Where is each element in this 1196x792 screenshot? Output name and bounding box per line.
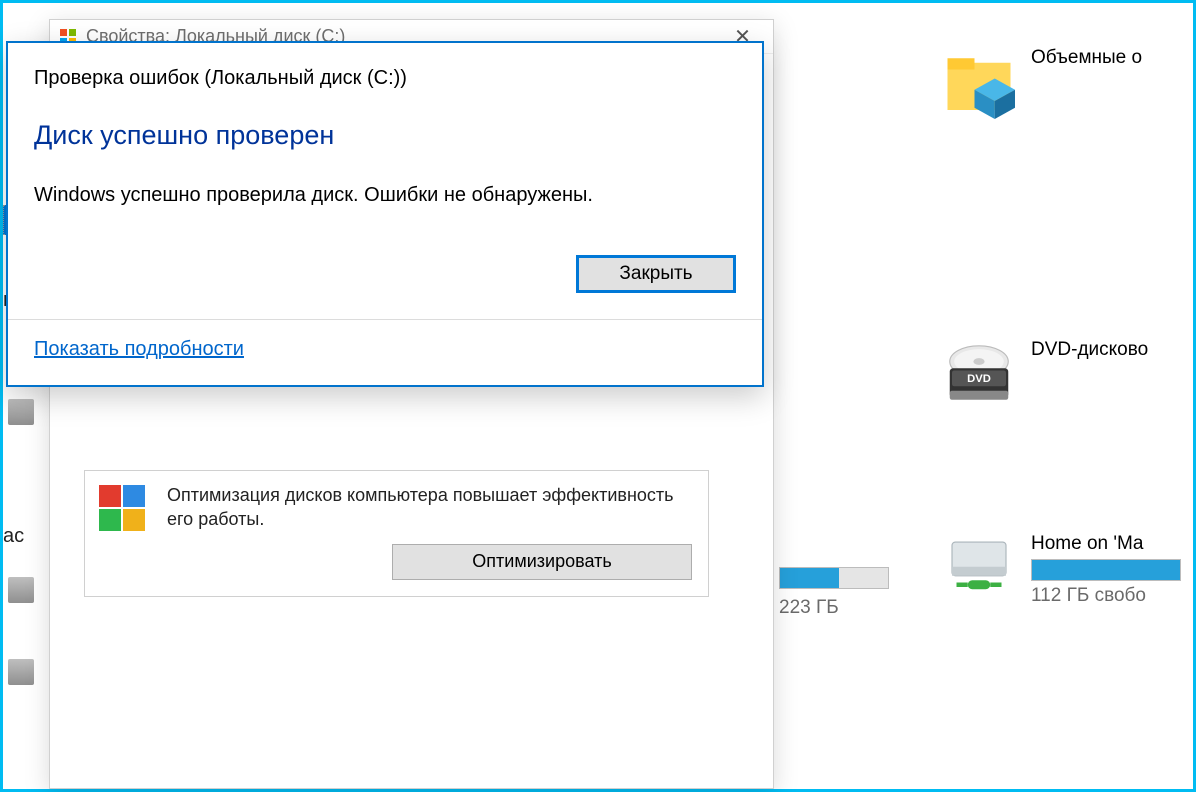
item-label: Объемные о	[1031, 47, 1142, 69]
defrag-icon	[97, 483, 149, 535]
optimize-button[interactable]: Оптимизировать	[392, 544, 692, 580]
storage-text: 223 ГБ	[779, 597, 889, 619]
list-item[interactable]: DVD DVD-дисково	[943, 339, 1193, 411]
storage-bar	[1031, 559, 1181, 581]
list-item[interactable]: Home on 'Ma 112 ГБ свобо	[943, 533, 1193, 607]
network-drive-icon	[943, 533, 1015, 605]
close-button[interactable]: Закрыть	[576, 255, 736, 293]
explorer-background: ва г ас 223 ГБ Объемные	[3, 3, 1193, 789]
list-item[interactable]: Объемные о	[943, 47, 1193, 119]
check-disk-dialog: Проверка ошибок (Локальный диск (C:)) Ди…	[6, 41, 764, 387]
item-label: DVD-дисково	[1031, 339, 1148, 361]
storage-bar	[779, 567, 889, 589]
storage-fragment: 223 ГБ	[779, 567, 889, 619]
dvd-drive-icon: DVD	[943, 339, 1015, 411]
details-link[interactable]: Показать подробности	[34, 338, 244, 360]
svg-text:DVD: DVD	[967, 373, 991, 385]
dialog-title: Проверка ошибок (Локальный диск (C:))	[8, 43, 762, 94]
item-sublabel: 112 ГБ свобо	[1031, 585, 1181, 607]
sidebar-text-fragment: ас	[3, 525, 24, 548]
dialog-body: Windows успешно проверила диск. Ошибки н…	[8, 159, 762, 209]
optimize-panel: Оптимизация дисков компьютера повышает э…	[84, 470, 709, 597]
sidebar-drive-icon[interactable]	[8, 399, 34, 425]
optimize-description: Оптимизация дисков компьютера повышает э…	[167, 483, 692, 532]
sidebar-drive-icon[interactable]	[8, 577, 34, 603]
sidebar-drive-icon[interactable]	[8, 659, 34, 685]
dialog-heading: Диск успешно проверен	[8, 94, 762, 159]
folder-3d-icon	[943, 47, 1015, 119]
item-label: Home on 'Ma	[1031, 533, 1181, 555]
